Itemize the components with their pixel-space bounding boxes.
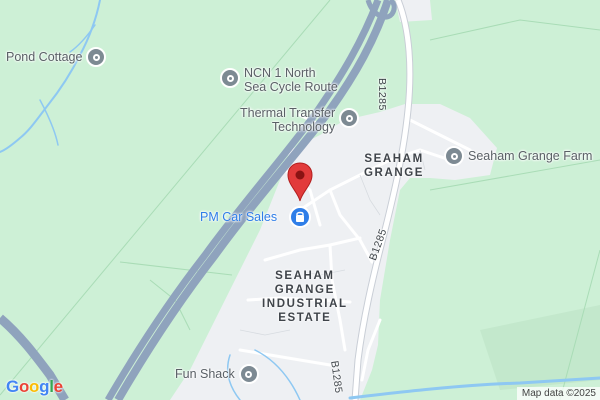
map-attribution[interactable]: Map data ©2025 [516,387,600,400]
poi-label-pond-cottage: Pond Cottage [6,50,83,64]
poi-ncn-route[interactable]: NCN 1 North Sea Cycle Route [220,66,338,94]
place-icon [220,68,240,88]
poi-pond-cottage[interactable]: Pond Cottage [6,47,107,67]
area-label-industrial-estate: SEAHAM GRANGE INDUSTRIAL ESTATE [262,270,348,324]
place-icon [238,364,259,384]
map-pin-icon[interactable] [285,162,315,207]
place-icon [86,47,107,67]
poi-label-thermal-transfer: Thermal Transfer Technology [240,106,336,134]
logo-letter: g [39,377,50,396]
poi-label-seaham-grange-farm: Seaham Grange Farm [468,149,593,163]
poi-thermal-transfer[interactable]: Thermal Transfer Technology [240,106,360,134]
logo-letter: G [6,377,19,396]
logo-letter: o [18,377,30,396]
poi-label-fun-shack: Fun Shack [175,367,235,381]
poi-label-ncn-route: NCN 1 North Sea Cycle Route [244,66,338,94]
road-label-b1285-top: B1285 [376,78,388,111]
place-icon [444,146,464,166]
place-icon [339,108,360,128]
poi-seaham-grange-farm[interactable]: Seaham Grange Farm [444,146,592,166]
google-logo: Google [6,377,63,397]
map-view[interactable]: B1285 B1285 B1285 SEAHAM GRANGE SEAHAM G… [0,0,600,400]
poi-label-pm-car-sales[interactable]: PM Car Sales [200,210,277,224]
poi-fun-shack[interactable]: Fun Shack [175,364,259,384]
shopping-bag-icon[interactable] [289,206,311,228]
logo-letter: e [53,377,63,396]
logo-letter: o [29,377,40,396]
area-label-seaham-grange: SEAHAM GRANGE [364,153,425,179]
